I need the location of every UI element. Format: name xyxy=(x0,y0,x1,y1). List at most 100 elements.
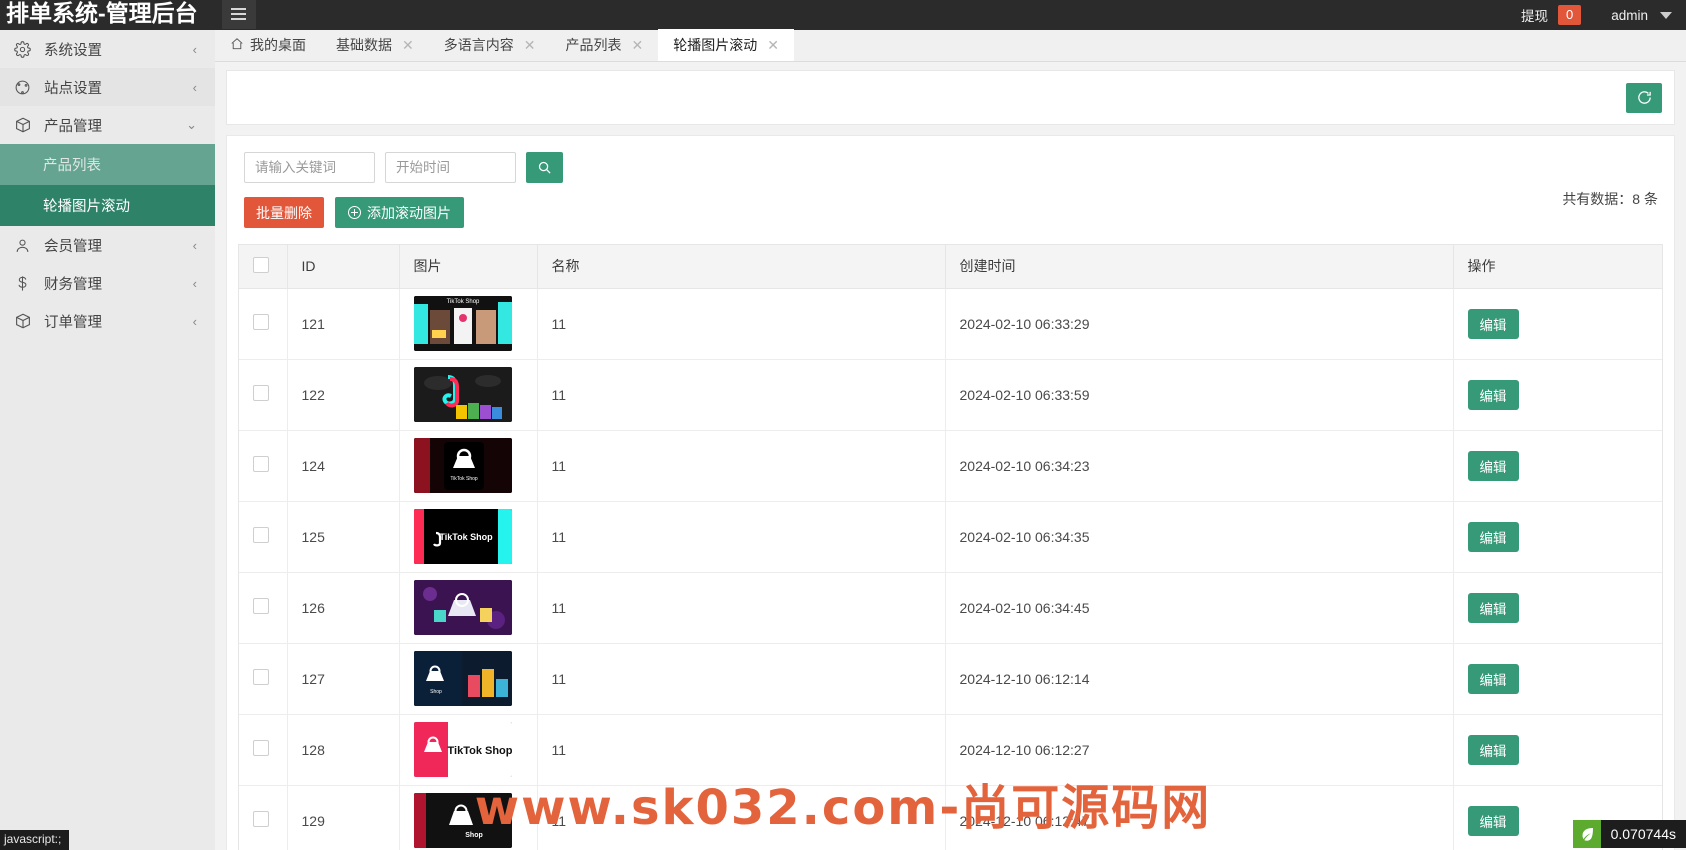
row-thumbnail[interactable]: TikTok Shop xyxy=(414,509,512,564)
close-icon[interactable]: ✕ xyxy=(631,37,643,54)
select-all-checkbox[interactable] xyxy=(253,257,269,273)
row-id: 127 xyxy=(287,643,399,714)
edit-button[interactable]: 编辑 xyxy=(1468,309,1519,339)
tab-label-product-list: 产品列表 xyxy=(565,35,621,55)
row-thumbnail[interactable]: TikTok Shop xyxy=(414,722,512,777)
content-toolbar xyxy=(226,70,1675,125)
table-row: 122 11 2024-02-10 06:33:59 编辑 xyxy=(239,359,1662,430)
row-checkbox[interactable] xyxy=(253,811,269,827)
close-icon[interactable]: ✕ xyxy=(524,37,536,54)
header-name: 名称 xyxy=(537,245,945,288)
withdraw-count-badge: 0 xyxy=(1558,5,1581,25)
row-id: 122 xyxy=(287,359,399,430)
row-created-time: 2024-02-10 06:34:35 xyxy=(945,501,1453,572)
edit-button[interactable]: 编辑 xyxy=(1468,451,1519,481)
edit-button[interactable]: 编辑 xyxy=(1468,664,1519,694)
sidebar-item-product-list[interactable]: 产品列表 xyxy=(0,144,215,185)
carousel-panel: 批量删除 添加滚动图片 共有数据：8 条 xyxy=(226,135,1675,850)
row-image-cell: TikTok Shop xyxy=(399,430,537,501)
row-image-cell: Shop xyxy=(399,643,537,714)
tab-my-desktop[interactable]: 我的桌面 xyxy=(215,29,321,61)
row-name: 11 xyxy=(537,643,945,714)
search-button[interactable] xyxy=(526,152,563,183)
performance-indicator[interactable]: 0.070744s xyxy=(1573,820,1686,848)
tab-basic-data[interactable]: 基础数据 ✕ xyxy=(321,29,429,61)
total-records-label: 共有数据：8 条 xyxy=(1562,189,1658,209)
row-created-time: 2024-12-10 06:12:27 xyxy=(945,714,1453,785)
edit-button[interactable]: 编辑 xyxy=(1468,806,1519,836)
user-icon xyxy=(14,237,40,254)
row-checkbox[interactable] xyxy=(253,527,269,543)
header-created-time: 创建时间 xyxy=(945,245,1453,288)
row-checkbox[interactable] xyxy=(253,456,269,472)
chevron-down-icon[interactable] xyxy=(1660,12,1672,19)
sidebar-item-order-management[interactable]: 订单管理 ‹ xyxy=(0,302,215,340)
row-checkbox[interactable] xyxy=(253,385,269,401)
table-head: ID 图片 名称 创建时间 操作 xyxy=(239,245,1662,288)
row-checkbox[interactable] xyxy=(253,740,269,756)
edit-button[interactable]: 编辑 xyxy=(1468,522,1519,552)
row-image-cell: TikTok Shop xyxy=(399,714,537,785)
close-icon[interactable]: ✕ xyxy=(402,37,414,54)
user-menu-label[interactable]: admin xyxy=(1611,8,1648,23)
sidebar-item-finance-management[interactable]: 财务管理 ‹ xyxy=(0,264,215,302)
row-id: 129 xyxy=(287,785,399,850)
refresh-icon xyxy=(1636,89,1653,106)
row-id: 121 xyxy=(287,288,399,359)
close-icon[interactable]: ✕ xyxy=(767,37,779,54)
row-select-cell xyxy=(239,643,287,714)
sidebar-item-system-settings[interactable]: 系统设置 ‹ xyxy=(0,30,215,68)
row-image-cell xyxy=(399,359,537,430)
browser-status-bar: javascript:; xyxy=(0,830,69,850)
tab-label-basic-data: 基础数据 xyxy=(336,35,392,55)
svg-text:TikTok Shop: TikTok Shop xyxy=(439,532,493,542)
add-slide-button[interactable]: 添加滚动图片 xyxy=(335,197,464,228)
row-actions-cell: 编辑 xyxy=(1453,430,1662,501)
header-actions: 操作 xyxy=(1453,245,1662,288)
row-name: 11 xyxy=(537,430,945,501)
sidebar-item-carousel-scroll[interactable]: 轮播图片滚动 xyxy=(0,185,215,226)
row-image-cell: Shop xyxy=(399,785,537,850)
row-created-time: 2024-02-10 06:34:23 xyxy=(945,430,1453,501)
row-name: 11 xyxy=(537,785,945,850)
app-brand-title: 排单系统-管理后台 xyxy=(0,0,198,28)
start-date-input[interactable] xyxy=(385,152,516,183)
row-checkbox[interactable] xyxy=(253,314,269,330)
tab-label-my-desktop: 我的桌面 xyxy=(250,35,306,55)
row-thumbnail[interactable] xyxy=(414,367,512,422)
leaf-icon xyxy=(1573,820,1601,848)
row-checkbox[interactable] xyxy=(253,598,269,614)
row-actions-cell: 编辑 xyxy=(1453,714,1662,785)
tab-multilingual-content[interactable]: 多语言内容 ✕ xyxy=(429,29,551,61)
edit-button[interactable]: 编辑 xyxy=(1468,380,1519,410)
sidebar-item-site-settings[interactable]: 站点设置 ‹ xyxy=(0,68,215,106)
withdraw-label[interactable]: 提现 xyxy=(1521,5,1548,25)
refresh-button[interactable] xyxy=(1626,83,1662,113)
edit-button[interactable]: 编辑 xyxy=(1468,735,1519,765)
box-icon xyxy=(14,312,40,330)
row-id: 125 xyxy=(287,501,399,572)
tab-product-list[interactable]: 产品列表 ✕ xyxy=(550,29,658,61)
row-created-time: 2024-12-10 06:12:47 xyxy=(945,785,1453,850)
row-thumbnail[interactable]: Shop xyxy=(414,793,512,848)
sidebar-item-member-management[interactable]: 会员管理 ‹ xyxy=(0,226,215,264)
row-thumbnail[interactable] xyxy=(414,580,512,635)
hamburger-icon[interactable] xyxy=(222,0,256,29)
sidebar-label-product-management: 产品管理 xyxy=(40,115,186,136)
row-actions-cell: 编辑 xyxy=(1453,501,1662,572)
home-icon xyxy=(230,37,244,54)
tab-bar: 我的桌面 基础数据 ✕ 多语言内容 ✕ 产品列表 ✕ 轮播图片滚动 ✕ xyxy=(215,30,1686,62)
row-checkbox[interactable] xyxy=(253,669,269,685)
row-thumbnail[interactable]: Shop xyxy=(414,651,512,706)
tab-carousel-scroll[interactable]: 轮播图片滚动 ✕ xyxy=(658,29,794,61)
edit-button[interactable]: 编辑 xyxy=(1468,593,1519,623)
sidebar-label-finance-management: 财务管理 xyxy=(40,273,193,294)
chevron-left-icon: ‹ xyxy=(193,42,197,57)
row-thumbnail[interactable]: TikTok Shop xyxy=(414,438,512,493)
sidebar-item-product-management[interactable]: 产品管理 ⌄ xyxy=(0,106,215,144)
plus-circle-icon xyxy=(348,206,361,219)
batch-delete-button[interactable]: 批量删除 xyxy=(244,197,324,228)
row-thumbnail[interactable]: TikTok Shop xyxy=(414,296,512,351)
row-image-cell xyxy=(399,572,537,643)
search-input[interactable] xyxy=(244,152,375,183)
